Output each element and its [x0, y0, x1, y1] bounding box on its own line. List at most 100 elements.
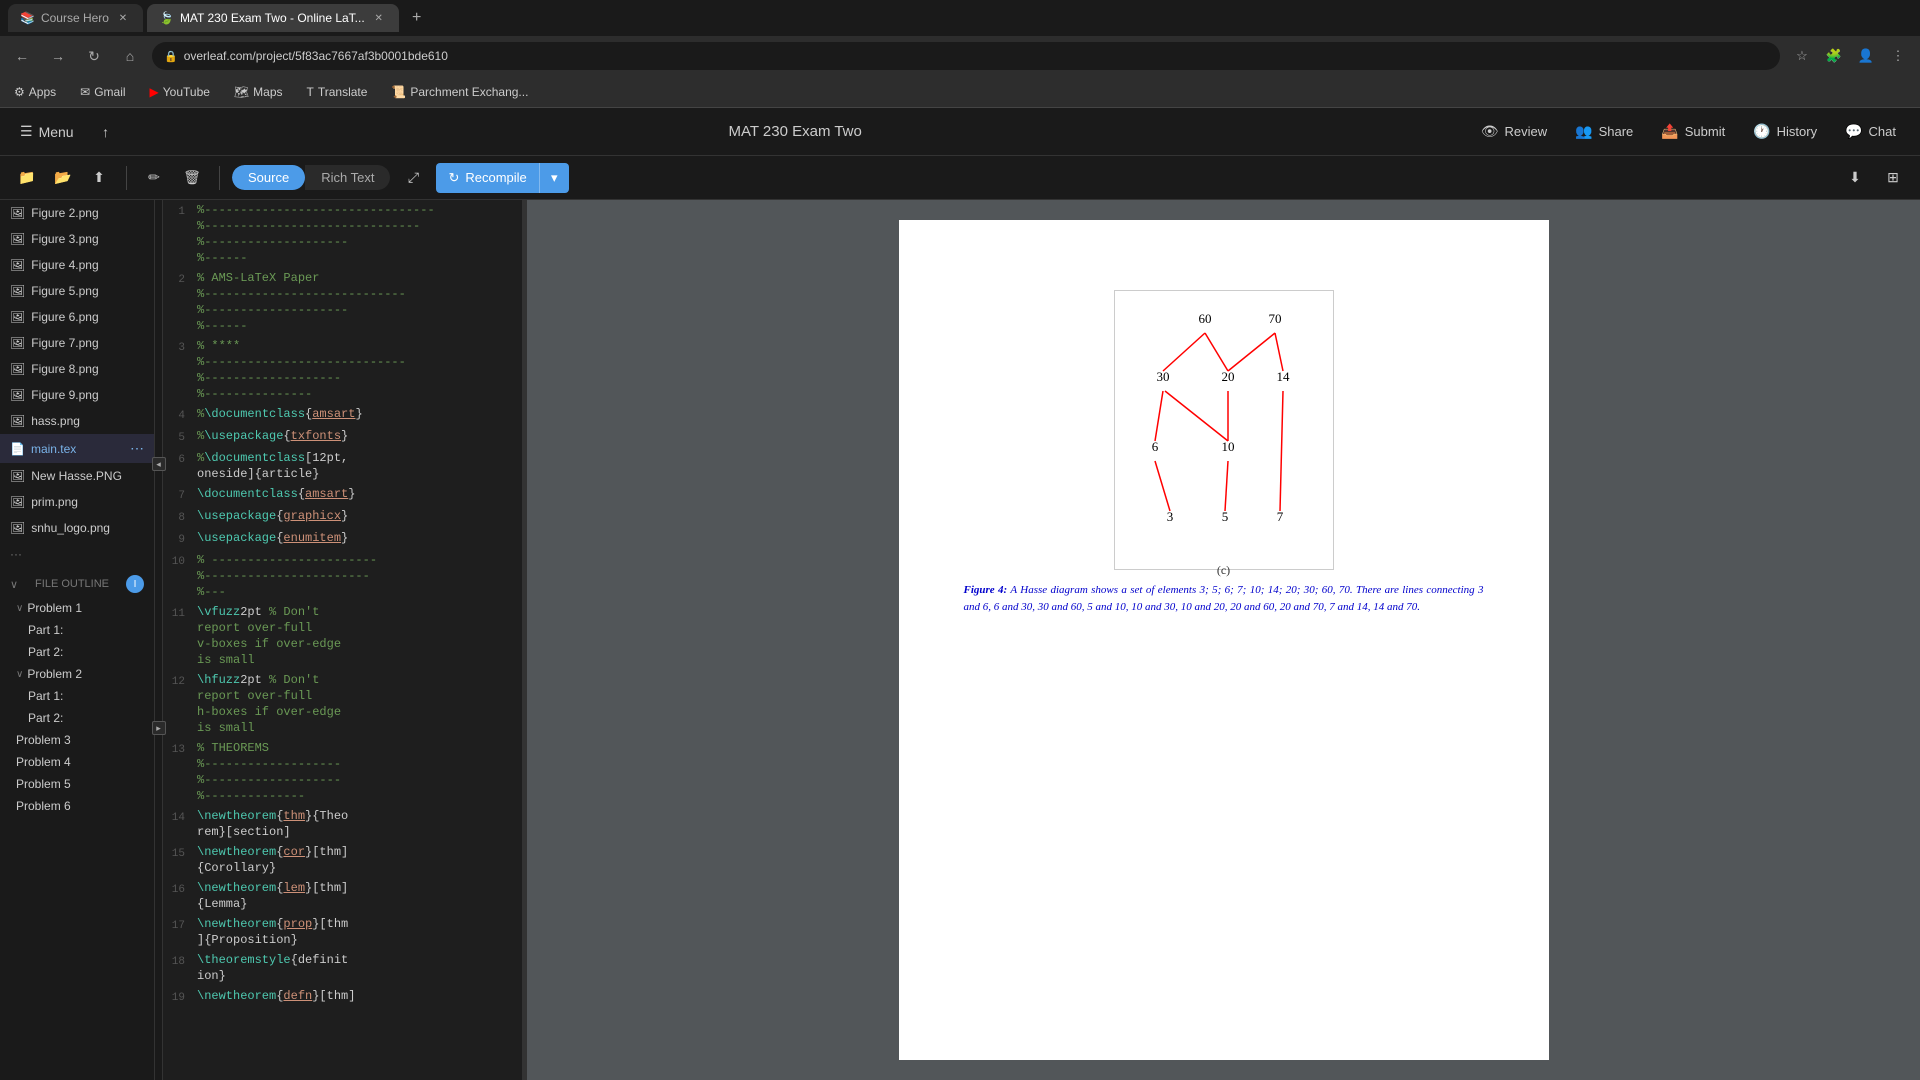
sidebar-file-figure8[interactable]: 🖼 Figure 8.png [0, 356, 154, 382]
sidebar-file-figure2[interactable]: 🖼 Figure 2.png [0, 200, 154, 226]
recompile-label: Recompile [465, 170, 526, 185]
code-editor[interactable]: 1 %--------------------------------%----… [163, 200, 523, 1080]
outline-problem2[interactable]: ∨ Problem 2 [0, 663, 154, 685]
tab-close-btn[interactable]: ✕ [115, 10, 131, 26]
outline-problem1-part1[interactable]: Part 1: [0, 619, 154, 641]
editor-line-4: 4 %\documentclass{amsart} [163, 404, 522, 426]
sidebar-file-figure5[interactable]: 🖼 Figure 5.png [0, 278, 154, 304]
layout-button[interactable]: ⊞ [1878, 163, 1908, 193]
translate-icon: T [307, 85, 314, 99]
tab-coursehero[interactable]: 📚 Course Hero ✕ [8, 4, 143, 32]
image-icon: 🖼 [10, 362, 25, 376]
preview-page: 60 70 30 20 14 6 10 3 5 7 [899, 220, 1549, 1060]
bookmark-gmail[interactable]: ✉ Gmail [74, 83, 131, 101]
editor-toolbar: 📁 📂 ⬆ ✏ 🗑 Source Rich Text ⤢ ↻ Recompile… [0, 156, 1920, 200]
chat-icon: 💬 [1845, 123, 1862, 140]
new-file-button[interactable]: 📁 [12, 163, 42, 193]
tab-overleaf[interactable]: 🍃 MAT 230 Exam Two - Online LaT... ✕ [147, 4, 399, 32]
new-folder-button[interactable]: 📂 [48, 163, 78, 193]
toolbar-divider-1 [126, 166, 127, 190]
recompile-main-action[interactable]: ↻ Recompile [436, 164, 538, 192]
image-icon: 🖼 [10, 388, 25, 402]
bookmark-translate[interactable]: T Translate [301, 83, 374, 101]
upload-button[interactable]: ↑ [90, 116, 122, 148]
account-icon[interactable]: 👤 [1852, 42, 1880, 70]
home-button[interactable]: ⌂ [116, 42, 144, 70]
back-button[interactable]: ← [8, 42, 36, 70]
gmail-label: Gmail [94, 85, 125, 99]
outline-problem5[interactable]: Problem 5 [0, 773, 154, 795]
rich-text-toggle-button[interactable]: Rich Text [305, 165, 390, 190]
node-30: 30 [1156, 369, 1169, 384]
sidebar-file-figure7[interactable]: 🖼 Figure 7.png [0, 330, 154, 356]
bookmark-youtube[interactable]: ▶ YouTube [144, 83, 216, 101]
sidebar-file-snhu-logo[interactable]: 🖼 snhu_logo.png [0, 515, 154, 541]
sidebar-file-figure3[interactable]: 🖼 Figure 3.png [0, 226, 154, 252]
outline-item-label: Problem 4 [16, 755, 71, 769]
upload-file-button[interactable]: ⬆ [84, 163, 114, 193]
chat-button[interactable]: 💬 Chat [1833, 117, 1908, 146]
edge-14-70 [1275, 333, 1283, 371]
more-menu-icon[interactable]: ⋮ [1884, 42, 1912, 70]
outline-problem4[interactable]: Problem 4 [0, 751, 154, 773]
sidebar-file-prim[interactable]: 🖼 prim.png [0, 489, 154, 515]
delete-file-button[interactable]: 🗑 [177, 163, 207, 193]
tab-favicon-overleaf: 🍃 [159, 11, 174, 25]
browser-chrome: 📚 Course Hero ✕ 🍃 MAT 230 Exam Two - Onl… [0, 0, 1920, 108]
edge-3-6 [1155, 461, 1170, 511]
edit-file-button[interactable]: ✏ [139, 163, 169, 193]
history-button[interactable]: 🕐 History [1741, 117, 1829, 146]
edge-7-14 [1280, 391, 1283, 511]
review-button[interactable]: 👁 Review [1469, 117, 1559, 146]
outline-problem2-part1[interactable]: Part 1: [0, 685, 154, 707]
image-icon: 🖼 [10, 206, 25, 220]
sidebar-file-figure9[interactable]: 🖼 Figure 9.png [0, 382, 154, 408]
editor-line-8: 8 \usepackage{graphicx} [163, 506, 522, 528]
sidebar-file-figure6[interactable]: 🖼 Figure 6.png [0, 304, 154, 330]
bookmark-star-icon[interactable]: ☆ [1788, 42, 1816, 70]
bookmark-apps[interactable]: ⚙ Apps [8, 83, 62, 101]
collapse-left-button[interactable]: ◂ [152, 457, 166, 471]
main-area: 🖼 Figure 2.png 🖼 Figure 3.png 🖼 Figure 4… [0, 200, 1920, 1080]
menu-button[interactable]: ☰ Menu [12, 119, 82, 144]
outline-problem6[interactable]: Problem 6 [0, 795, 154, 817]
filename-label: Figure 9.png [31, 388, 98, 402]
image-icon: 🖼 [10, 521, 25, 535]
hasse-diagram-box: 60 70 30 20 14 6 10 3 5 7 [1114, 290, 1334, 570]
sidebar-file-hass[interactable]: 🖼 hass.png [0, 408, 154, 434]
figure-subfig-label: (c) [1125, 563, 1323, 578]
outline-problem1-part2[interactable]: Part 2: [0, 641, 154, 663]
sidebar-file-main-tex[interactable]: 📄 main.tex ⋯ [0, 434, 154, 463]
bookmark-parchment[interactable]: 📜 Parchment Exchang... [385, 83, 534, 101]
filename-label: main.tex [31, 442, 76, 456]
node-10: 10 [1221, 439, 1234, 454]
recompile-button[interactable]: ↻ Recompile ▾ [436, 163, 568, 193]
pdf-preview-pane[interactable]: 60 70 30 20 14 6 10 3 5 7 [527, 200, 1920, 1080]
outline-problem3[interactable]: Problem 3 [0, 729, 154, 751]
bookmark-maps[interactable]: 🗺 Maps [228, 83, 289, 101]
new-tab-button[interactable]: + [403, 4, 431, 32]
download-pdf-button[interactable]: ⬇ [1840, 163, 1870, 193]
tab-close-overleaf-btn[interactable]: ✕ [371, 10, 387, 26]
outline-problem2-part2[interactable]: Part 2: [0, 707, 154, 729]
share-button[interactable]: 👥 Share [1563, 117, 1645, 146]
sidebar-file-figure4[interactable]: 🖼 Figure 4.png [0, 252, 154, 278]
reload-button[interactable]: ↻ [80, 42, 108, 70]
editor-line-15: 15 \newtheorem{cor}[thm]{Corollary} [163, 842, 522, 878]
expand-editor-button[interactable]: ⤢ [398, 163, 428, 193]
submit-button[interactable]: 📤 Submit [1649, 117, 1737, 146]
forward-button[interactable]: → [44, 42, 72, 70]
sidebar-file-new-hasse[interactable]: 🖼 New Hasse.PNG [0, 463, 154, 489]
collapse-right-button[interactable]: ▸ [152, 721, 166, 735]
source-toggle-button[interactable]: Source [232, 165, 305, 190]
filename-label: New Hasse.PNG [31, 469, 122, 483]
outline-info-icon[interactable]: i [126, 575, 144, 593]
extension-puzzle-icon[interactable]: 🧩 [1820, 42, 1848, 70]
recompile-dropdown-button[interactable]: ▾ [539, 163, 569, 193]
address-bar[interactable]: 🔒 overleaf.com/project/5f83ac7667af3b000… [152, 42, 1780, 70]
more-options-button[interactable]: ⋯ [130, 440, 144, 457]
figure-caption-bold: Figure 4: [964, 584, 1008, 596]
outline-problem1[interactable]: ∨ Problem 1 [0, 597, 154, 619]
outline-collapse-icon[interactable]: ∨ [10, 578, 18, 591]
edge-10-30 [1165, 391, 1228, 441]
